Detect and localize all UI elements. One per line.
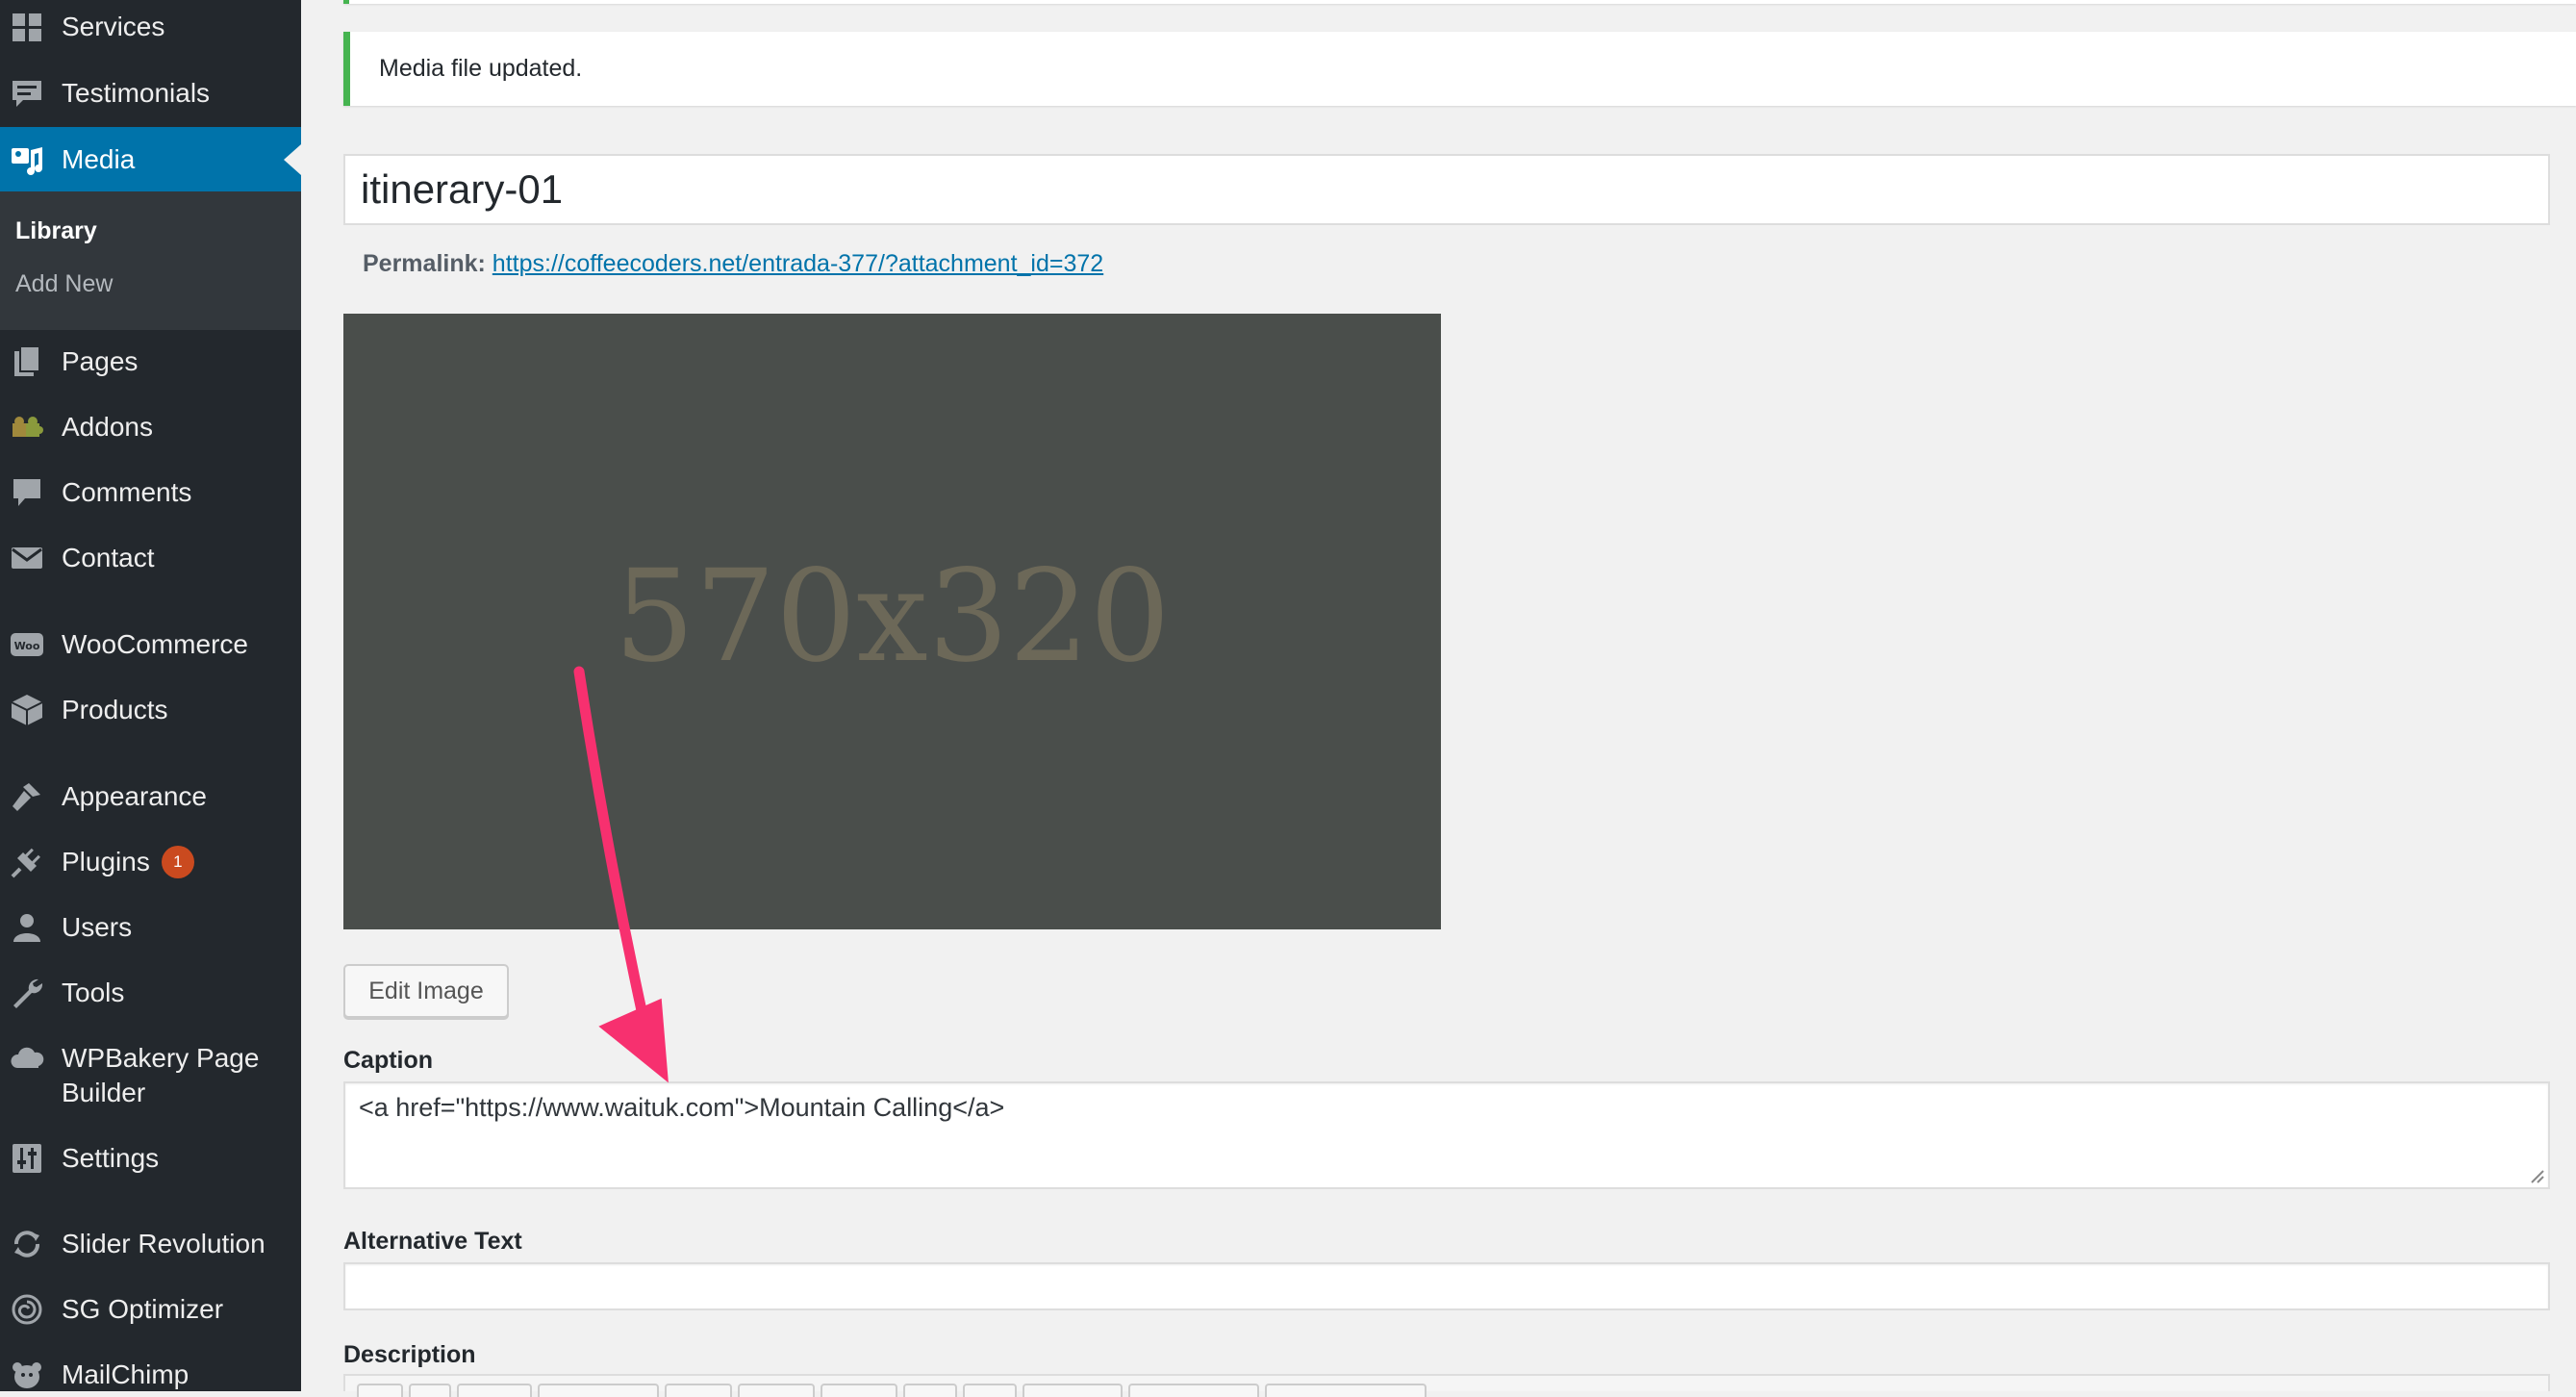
wpbakery-label-line2: Builder (62, 1078, 146, 1107)
svg-text:Woo: Woo (14, 640, 40, 652)
sidebar-item-label: SG Optimizer (62, 1294, 224, 1324)
toolbar-button[interactable] (665, 1384, 732, 1397)
sidebar-item-addons[interactable]: Addons (0, 410, 301, 448)
sidebar-item-label: WPBakery Page Builder (62, 1041, 259, 1110)
submenu-item-add-new[interactable]: Add New (15, 270, 113, 298)
update-count-badge: 1 (161, 845, 194, 878)
toolbar-button[interactable] (1128, 1384, 1259, 1397)
sidebar-item-settings[interactable]: Settings (0, 1141, 301, 1180)
media-submenu: Library Add New (0, 191, 301, 330)
permalink-link[interactable]: https://coffeecoders.net/entrada-377/?at… (492, 250, 1103, 277)
pages-icon (10, 344, 44, 379)
image-preview: 570x320 (343, 314, 1441, 929)
sidebar-item-contact[interactable]: Contact (0, 541, 301, 579)
sidebar-item-testimonials[interactable]: Testimonials (0, 76, 301, 114)
sidebar-item-products[interactable]: Products (0, 693, 301, 731)
brush-icon (10, 779, 44, 814)
admin-sidebar: Services Testimonials Media Library Add … (0, 0, 301, 1391)
placeholder-dimensions-text: 570x320 (614, 543, 1171, 691)
toolbar-button[interactable] (457, 1384, 532, 1397)
toolbar-button[interactable] (1265, 1384, 1427, 1397)
caption-label: Caption (343, 1047, 434, 1074)
notice-message: Media file updated. (379, 55, 583, 82)
sidebar-item-wpbakery[interactable]: WPBakery Page Builder (0, 1041, 301, 1114)
sidebar-item-label: Slider Revolution (62, 1229, 265, 1258)
sidebar-item-media[interactable]: Media (0, 127, 301, 192)
sidebar-item-mailchimp[interactable]: MailChimp (0, 1358, 301, 1396)
sidebar-item-label: Settings (62, 1143, 160, 1173)
woo-icon: Woo (10, 627, 44, 662)
permalink-row: Permalink: https://coffeecoders.net/entr… (363, 250, 1103, 278)
toolbar-button[interactable] (821, 1384, 897, 1397)
toolbar-button[interactable] (357, 1384, 403, 1397)
sidebar-item-users[interactable]: Users (0, 910, 301, 949)
chimp-icon (10, 1358, 44, 1392)
sidebar-item-label: Media (62, 144, 136, 174)
cloud-icon (10, 1041, 44, 1076)
sidebar-item-label: Plugins 1 (62, 845, 194, 880)
sidebar-item-slider-revolution[interactable]: Slider Revolution (0, 1227, 301, 1265)
toolbar-button[interactable] (963, 1384, 1017, 1397)
mail-icon (10, 541, 44, 575)
title-field[interactable]: itinerary-01 (343, 154, 2550, 225)
plugins-label: Plugins (62, 847, 150, 876)
sliders-icon (10, 1141, 44, 1176)
puzzle-icon (10, 410, 44, 444)
caption-textarea[interactable]: <a href="https://www.waituk.com">Mountai… (343, 1081, 2550, 1189)
sidebar-item-label: WooCommerce (62, 629, 248, 659)
comment-icon (10, 475, 44, 510)
toolbar-button[interactable] (538, 1384, 659, 1397)
sidebar-item-label: Pages (62, 346, 139, 376)
spiral-icon (10, 1292, 44, 1327)
wpbakery-label-line1: WPBakery Page (62, 1043, 260, 1073)
sidebar-item-label: MailChimp (62, 1359, 189, 1389)
sidebar-item-tools[interactable]: Tools (0, 976, 301, 1014)
toolbar-button[interactable] (409, 1384, 451, 1397)
testimonial-icon (10, 76, 44, 111)
submenu-item-library[interactable]: Library (15, 217, 97, 245)
alt-text-label: Alternative Text (343, 1228, 522, 1255)
previous-notice-edge (343, 0, 2576, 4)
success-notice: Media file updated. (343, 32, 2576, 106)
permalink-label: Permalink: (363, 250, 486, 277)
sidebar-item-woocommerce[interactable]: Woo WooCommerce (0, 627, 301, 666)
grid-icon (10, 10, 44, 44)
refresh-icon (10, 1227, 44, 1261)
alt-text-field[interactable] (343, 1262, 2550, 1310)
sidebar-item-comments[interactable]: Comments (0, 475, 301, 514)
sidebar-item-label: Tools (62, 978, 125, 1007)
sidebar-item-sg-optimizer[interactable]: SG Optimizer (0, 1292, 301, 1331)
media-icon (10, 142, 44, 177)
box-icon (10, 693, 44, 727)
sidebar-item-label: Contact (62, 543, 155, 572)
sidebar-item-label: Products (62, 695, 168, 724)
sidebar-item-label: Addons (62, 412, 153, 442)
description-editor-toolbar (343, 1374, 2550, 1397)
toolbar-button[interactable] (1023, 1384, 1123, 1397)
sidebar-item-label: Services (62, 12, 165, 41)
sidebar-item-pages[interactable]: Pages (0, 344, 301, 383)
resize-grip-icon[interactable] (2529, 1168, 2544, 1183)
plug-icon (10, 845, 44, 879)
description-label: Description (343, 1341, 476, 1368)
toolbar-button[interactable] (738, 1384, 815, 1397)
sidebar-item-plugins[interactable]: Plugins 1 (0, 845, 301, 883)
sidebar-item-label: Testimonials (62, 78, 211, 108)
user-icon (10, 910, 44, 945)
sidebar-item-label: Users (62, 912, 133, 942)
caption-value: <a href="https://www.waituk.com">Mountai… (359, 1093, 1005, 1122)
sidebar-item-appearance[interactable]: Appearance (0, 779, 301, 818)
sidebar-item-label: Comments (62, 477, 192, 507)
active-pointer (284, 144, 301, 175)
toolbar-button[interactable] (903, 1384, 957, 1397)
sidebar-item-label: Appearance (62, 781, 208, 811)
sidebar-item-services[interactable]: Services (0, 10, 301, 48)
wrench-icon (10, 976, 44, 1010)
edit-image-button[interactable]: Edit Image (343, 964, 509, 1018)
main-content: Media file updated. itinerary-01 Permali… (301, 0, 2576, 1397)
